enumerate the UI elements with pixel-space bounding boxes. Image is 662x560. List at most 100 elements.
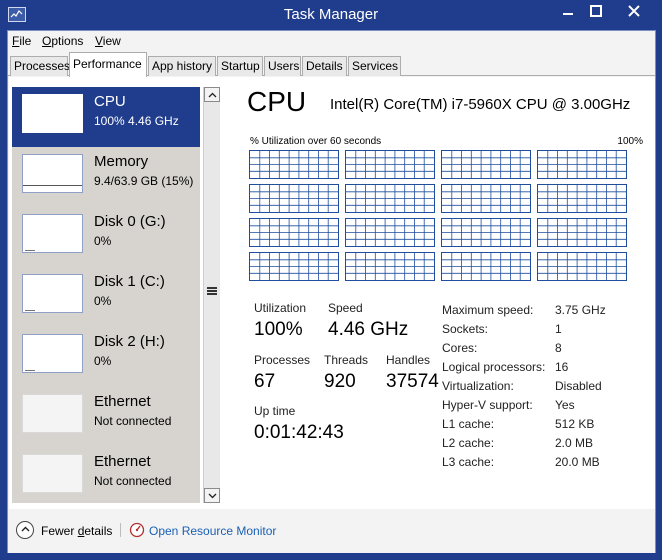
spec-label: L2 cache: — [442, 436, 495, 450]
resource-monitor-icon[interactable] — [129, 522, 145, 538]
logical-processor-graph-10 — [441, 218, 531, 247]
mini-graph-level-line — [23, 185, 82, 186]
resource-title: CPU — [247, 86, 307, 117]
spec-value: Disabled — [555, 379, 602, 393]
sidebar-item-name: Disk 0 (G:) — [94, 213, 166, 230]
chevron-down-icon — [208, 493, 216, 499]
threads-label: Threads — [324, 353, 369, 367]
spec-value: 3.75 GHz — [555, 303, 606, 317]
spec-label: Cores: — [442, 341, 478, 355]
tab-startup[interactable]: Startup — [217, 56, 263, 76]
processes-label: Processes — [254, 353, 311, 367]
scroll-down-button[interactable] — [204, 488, 220, 503]
speed-label: Speed — [328, 301, 363, 315]
logical-processor-graph-4 — [249, 184, 339, 213]
tab-users[interactable]: Users — [264, 56, 301, 76]
client-area: File Options View Processes Performance … — [7, 30, 656, 553]
sidebar-item-name: Ethernet — [94, 453, 151, 470]
sidebar-item-detail: 9.4/63.9 GB (15%) — [94, 174, 194, 188]
open-resource-monitor-link[interactable]: Open Resource Monitor — [149, 524, 276, 538]
threads-value: 920 — [324, 371, 356, 392]
sidebar-item-name: Disk 2 (H:) — [94, 333, 165, 350]
processes-value: 67 — [254, 371, 276, 392]
logical-processor-graphs[interactable] — [249, 150, 633, 282]
logical-processor-graph-7 — [537, 184, 627, 213]
sidebar-item-cpu-0[interactable]: CPU 100% 4.46 GHz — [12, 87, 200, 147]
sidebar-item-name: Memory — [94, 153, 149, 170]
close-button[interactable] — [612, 0, 656, 22]
uptime-label: Up time — [254, 404, 296, 418]
title-bar[interactable]: Task Manager — [0, 0, 662, 30]
logical-processor-graph-3 — [537, 150, 627, 179]
mini-graph — [22, 394, 83, 433]
tab-details[interactable]: Details — [302, 56, 347, 76]
menu-file[interactable]: File — [12, 34, 31, 48]
logical-processor-graph-15 — [537, 252, 627, 281]
logical-processor-graph-2 — [441, 150, 531, 179]
spec-label: Hyper-V support: — [442, 398, 533, 412]
fewer-details-text-end: etails — [84, 524, 113, 538]
sidebar-item-name: Disk 1 (C:) — [94, 273, 165, 290]
scroll-up-button[interactable] — [204, 87, 220, 102]
sidebar-item-ethernet-6[interactable]: Ethernet Not connected — [12, 447, 200, 503]
utilization-label: Utilization — [254, 301, 307, 315]
spec-label: Virtualization: — [442, 379, 514, 393]
sidebar-item-detail: Not connected — [94, 414, 172, 428]
scroll-thumb-grip[interactable] — [207, 287, 217, 296]
performance-panel: CPU 100% 4.46 GHz Memory 9.4/63.9 GB (15%) D… — [9, 77, 655, 509]
sidebar-item-disk-2-h-4[interactable]: Disk 2 (H:) 0% — [12, 327, 200, 387]
mini-graph — [22, 334, 83, 373]
spec-label: L3 cache: — [442, 455, 495, 469]
sidebar-item-detail: 0% — [94, 234, 112, 248]
resource-list: CPU 100% 4.46 GHz Memory 9.4/63.9 GB (15%) D… — [12, 87, 200, 503]
sidebar-item-memory-1[interactable]: Memory 9.4/63.9 GB (15%) — [12, 147, 200, 207]
menu-view-label: iew — [102, 34, 121, 48]
mini-graph-baseline — [25, 370, 35, 371]
tab-services[interactable]: Services — [348, 56, 401, 76]
tab-app-history[interactable]: App history — [148, 56, 216, 76]
mini-graph — [22, 274, 83, 313]
chevron-up-circle-icon[interactable] — [16, 521, 34, 539]
handles-value: 37574 — [386, 371, 439, 392]
menu-options-access-key: O — [42, 34, 52, 48]
sidebar-item-detail: 0% — [94, 354, 112, 368]
footer-divider — [120, 523, 121, 537]
menu-options[interactable]: Options — [42, 34, 83, 48]
minimize-button[interactable] — [554, 0, 582, 22]
menu-view[interactable]: View — [95, 34, 121, 48]
spec-label: Maximum speed: — [442, 303, 534, 317]
mini-graph — [22, 214, 83, 253]
logical-processor-graph-11 — [537, 218, 627, 247]
logical-processor-graph-13 — [345, 252, 435, 281]
spec-label: Logical processors: — [442, 360, 546, 374]
resource-list-scrollbar[interactable] — [203, 87, 220, 503]
maximize-button[interactable] — [582, 0, 610, 22]
sidebar-item-name: CPU — [94, 93, 126, 110]
handles-label: Handles — [386, 353, 431, 367]
tab-strip: Processes Performance App history Startu… — [8, 52, 655, 77]
sidebar-item-disk-1-c-3[interactable]: Disk 1 (C:) 0% — [12, 267, 200, 327]
uptime-value: 0:01:42:43 — [254, 422, 344, 443]
utilization-graph-label: % Utilization over 60 seconds — [250, 136, 382, 147]
mini-graph-baseline — [25, 310, 35, 311]
fewer-details-text-start: Fewer — [41, 524, 78, 538]
spec-label: L1 cache: — [442, 417, 495, 431]
logical-processor-graph-14 — [441, 252, 531, 281]
logical-processor-graph-9 — [345, 218, 435, 247]
spec-value: 16 — [555, 360, 569, 374]
logical-processor-graph-1 — [345, 150, 435, 179]
mini-graph-baseline — [25, 250, 35, 251]
speed-value: 4.46 GHz — [328, 319, 409, 340]
cpu-model: Intel(R) Core(TM) i7-5960X CPU @ 3.00GHz — [330, 96, 631, 113]
utilization-graph-max: 100% — [617, 136, 643, 147]
sidebar-item-ethernet-5[interactable]: Ethernet Not connected — [12, 387, 200, 447]
spec-value: 8 — [555, 341, 562, 355]
sidebar-item-disk-0-g-2[interactable]: Disk 0 (G:) 0% — [12, 207, 200, 267]
tab-performance[interactable]: Performance — [69, 52, 147, 77]
tab-processes[interactable]: Processes — [10, 56, 70, 76]
chevron-up-icon — [208, 92, 216, 98]
menu-view-access-key: V — [95, 34, 103, 48]
fewer-details-link[interactable]: Fewer details — [41, 524, 112, 538]
spec-value: 2.0 MB — [555, 436, 594, 450]
sidebar-item-detail: 0% — [94, 294, 112, 308]
